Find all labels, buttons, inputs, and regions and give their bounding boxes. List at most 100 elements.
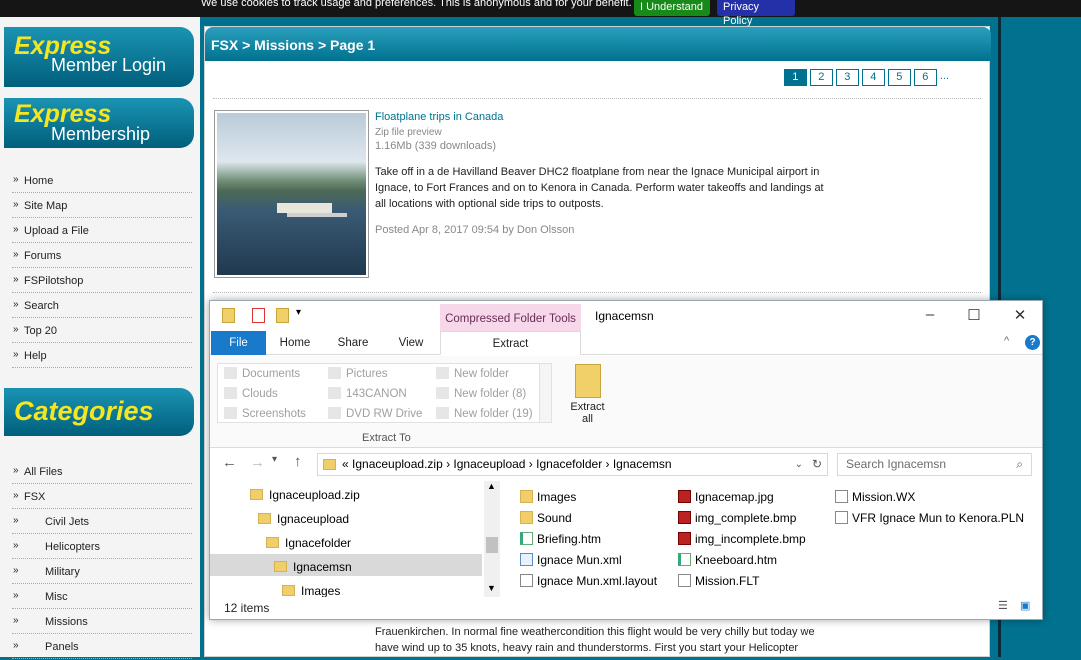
gallery-location[interactable]: Documents bbox=[224, 367, 300, 380]
location-label: DVD RW Drive bbox=[346, 408, 423, 420]
file-item[interactable]: Sound bbox=[520, 508, 572, 528]
tree-item[interactable]: Images bbox=[282, 580, 340, 597]
nav-item[interactable]: Top 20 bbox=[12, 317, 192, 343]
member-login-panel[interactable]: Express Member Login bbox=[4, 27, 194, 87]
file-item[interactable]: Kneeboard.htm bbox=[678, 550, 777, 570]
gallery-location[interactable]: Screenshots bbox=[224, 407, 306, 420]
mission-thumbnail[interactable] bbox=[214, 110, 369, 278]
file-item[interactable]: VFR Ignace Mun to Kenora.PLN bbox=[835, 508, 1024, 528]
extract-all-button[interactable]: Extract all bbox=[565, 364, 610, 425]
page-link[interactable]: 3 bbox=[835, 69, 859, 86]
recent-locations-icon[interactable]: ▾ bbox=[272, 454, 277, 465]
address-dropdown-icon[interactable]: ⌄ bbox=[795, 454, 803, 475]
gallery-location[interactable]: DVD RW Drive bbox=[328, 407, 422, 420]
category-item[interactable]: FSX bbox=[12, 483, 192, 509]
properties-icon[interactable] bbox=[252, 308, 265, 323]
details-view-icon[interactable]: ☰ bbox=[998, 599, 1008, 612]
back-icon[interactable]: ← bbox=[222, 454, 237, 471]
page-link[interactable]: 1 bbox=[783, 69, 807, 86]
large-icons-view-icon[interactable]: ▣ bbox=[1020, 599, 1030, 612]
file-name: Ignace Mun.xml.layout bbox=[537, 574, 658, 588]
help-icon[interactable]: ? bbox=[1025, 335, 1040, 350]
maximize-icon[interactable]: ☐ bbox=[964, 306, 984, 324]
gallery-location[interactable]: New folder bbox=[436, 367, 509, 380]
file-item[interactable]: Ignace Mun.xml.layout bbox=[520, 571, 657, 591]
scroll-down-icon[interactable]: ▼ bbox=[487, 583, 496, 593]
file-item[interactable]: Mission.WX bbox=[835, 487, 915, 507]
category-item[interactable]: Military bbox=[12, 558, 192, 584]
nav-item[interactable]: Help bbox=[12, 342, 192, 368]
tree-item[interactable]: Ignacefolder bbox=[266, 532, 351, 554]
nav-item[interactable]: Upload a File bbox=[12, 217, 192, 243]
nav-item[interactable]: FSPilotshop bbox=[12, 267, 192, 293]
category-item[interactable]: Civil Jets bbox=[12, 508, 192, 534]
address-bar[interactable]: « Ignaceupload.zip › Ignaceupload › Igna… bbox=[317, 453, 828, 476]
scroll-thumb[interactable] bbox=[486, 537, 498, 553]
tree-item[interactable]: Ignaceupload bbox=[258, 508, 349, 530]
forward-icon[interactable]: → bbox=[250, 454, 265, 471]
file-list: Images Sound Briefing.htm Ignace Mun.xml Ign… bbox=[520, 487, 1030, 597]
status-item-count: 12 items bbox=[224, 601, 270, 615]
gallery-location[interactable]: Pictures bbox=[328, 367, 388, 380]
privacy-policy-button[interactable]: Privacy Policy bbox=[717, 0, 795, 27]
file-item[interactable]: img_incomplete.bmp bbox=[678, 529, 806, 549]
new-folder-icon[interactable] bbox=[276, 308, 289, 323]
tab-view[interactable]: View bbox=[386, 331, 436, 355]
extract-to-gallery[interactable]: Documents Pictures New folder Clouds 143CANO… bbox=[217, 363, 552, 423]
category-item[interactable]: Helicopters bbox=[12, 533, 192, 559]
close-icon[interactable]: ✕ bbox=[1010, 306, 1030, 324]
file-item[interactable]: Images bbox=[520, 487, 576, 507]
customize-dropdown-icon[interactable]: ▾ bbox=[296, 307, 301, 318]
page-link[interactable]: 5 bbox=[887, 69, 911, 86]
refresh-icon[interactable]: ↻ bbox=[812, 454, 822, 475]
tab-extract[interactable]: Extract bbox=[440, 331, 581, 355]
tab-home[interactable]: Home bbox=[270, 331, 320, 355]
gallery-location[interactable]: Clouds bbox=[224, 387, 278, 400]
page-link[interactable]: 6 bbox=[913, 69, 937, 86]
cookie-accept-button[interactable]: I Understand bbox=[634, 0, 710, 16]
collapse-ribbon-icon[interactable]: ^ bbox=[1004, 335, 1009, 347]
scroll-up-icon[interactable]: ▲ bbox=[487, 481, 496, 491]
category-item[interactable]: Missions bbox=[12, 608, 192, 634]
file-item[interactable]: Ignace Mun.xml bbox=[520, 550, 622, 570]
tree-item[interactable]: Ignaceupload.zip bbox=[250, 484, 360, 506]
location-label: New folder bbox=[454, 368, 509, 380]
tab-share[interactable]: Share bbox=[328, 331, 378, 355]
title-bar[interactable]: ▾ Compressed Folder Tools Ignacemsn – ☐ … bbox=[210, 301, 1042, 331]
ribbon-tabs: File Home Share View Extract ^ ? bbox=[210, 331, 1042, 355]
location-label: Clouds bbox=[242, 388, 278, 400]
nav-item[interactable]: Search bbox=[12, 292, 192, 318]
file-item[interactable]: Briefing.htm bbox=[520, 529, 601, 549]
page-link[interactable]: 2 bbox=[809, 69, 833, 86]
tree-scrollbar[interactable]: ▲ ▼ bbox=[484, 481, 500, 597]
gallery-location[interactable]: 143CANON bbox=[328, 387, 407, 400]
category-item[interactable]: All Files bbox=[12, 458, 192, 484]
file-item[interactable]: Ignacemap.jpg bbox=[678, 487, 774, 507]
nav-item[interactable]: Site Map bbox=[12, 192, 192, 218]
search-input[interactable]: Search Ignacemsn bbox=[846, 457, 946, 471]
zip-preview-link[interactable]: Zip file preview bbox=[375, 127, 825, 138]
file-item[interactable]: Mission.FLT bbox=[678, 571, 759, 591]
page-link[interactable]: 4 bbox=[861, 69, 885, 86]
nav-item[interactable]: Home bbox=[12, 167, 192, 193]
file-entry: Floatplane trips in Canada Zip file prev… bbox=[375, 111, 825, 236]
category-item[interactable]: Misc bbox=[12, 583, 192, 609]
nav-item[interactable]: Forums bbox=[12, 242, 192, 268]
location-label: Documents bbox=[242, 368, 301, 380]
gallery-location[interactable]: New folder (19) bbox=[436, 407, 533, 420]
category-item[interactable]: Panels bbox=[12, 633, 192, 659]
search-box[interactable]: Search Ignacemsn ⌕ bbox=[837, 453, 1032, 476]
file-size: 1.16Mb (339 downloads) bbox=[375, 140, 497, 152]
membership-panel[interactable]: Express Membership bbox=[4, 98, 194, 148]
up-icon[interactable]: ↑ bbox=[294, 453, 302, 470]
tab-file[interactable]: File bbox=[211, 331, 266, 355]
gallery-location[interactable]: New folder (8) bbox=[436, 387, 526, 400]
location-icon bbox=[436, 367, 449, 379]
minimize-icon[interactable]: – bbox=[920, 306, 940, 323]
file-title-link[interactable]: Floatplane trips in Canada bbox=[375, 111, 825, 123]
folder-icon bbox=[520, 490, 533, 503]
file-icon bbox=[678, 574, 691, 587]
gallery-scroll[interactable] bbox=[539, 364, 551, 422]
tree-item[interactable]: Ignacemsn bbox=[274, 556, 352, 578]
file-item[interactable]: img_complete.bmp bbox=[678, 508, 796, 528]
